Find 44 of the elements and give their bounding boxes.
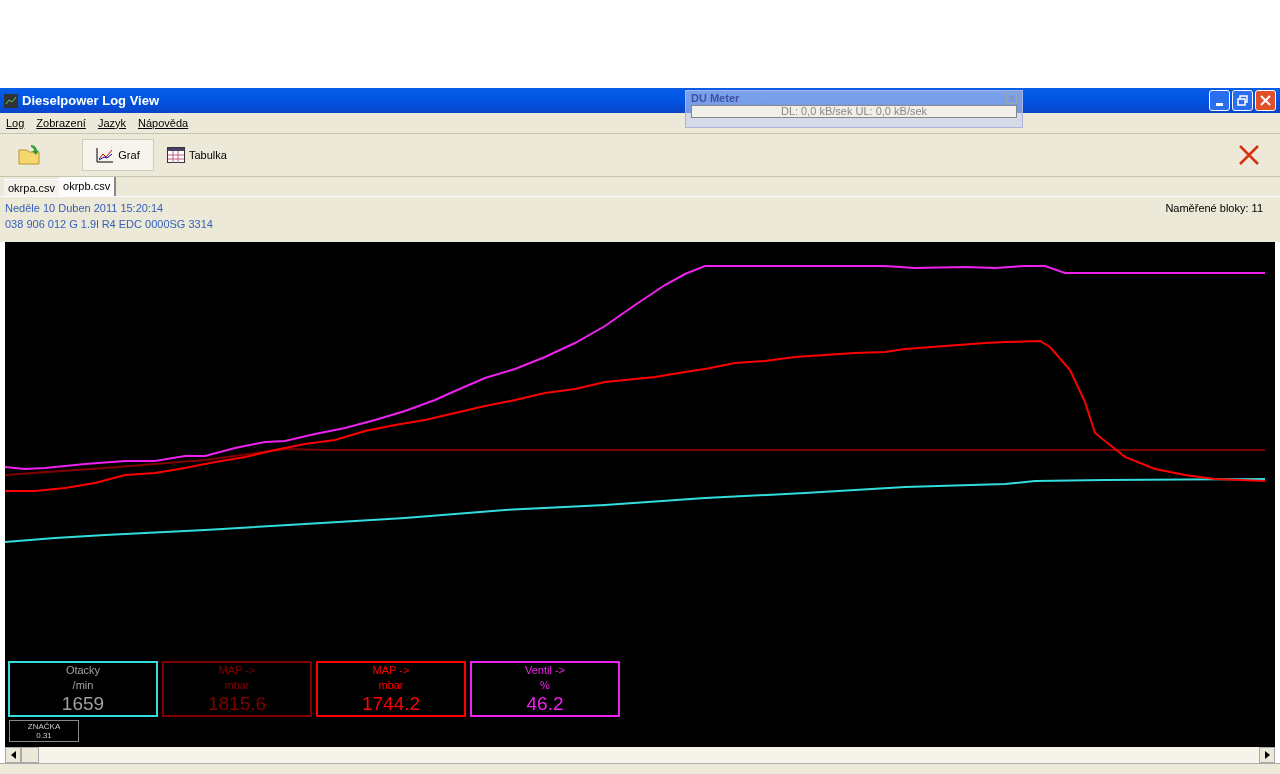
channel-value: 1744.2 [361,693,421,715]
scroll-right-button[interactable] [1259,747,1275,763]
right-arrow-icon [1264,751,1270,759]
channel-name: Ventil -> [524,663,566,678]
minimize-button[interactable] [1209,90,1230,111]
restore-button[interactable] [1232,90,1253,111]
channel-value: 46.2 [526,693,564,715]
restore-icon [1237,95,1248,106]
meter-title: DU Meter [691,90,740,106]
marker-label: ZNAČKA [27,722,61,731]
channel-value: 1659 [61,693,105,715]
channel-unit: % [540,678,550,693]
left-arrow-icon [10,751,16,759]
scroll-thumb[interactable] [21,747,39,763]
channel-value: 1815.6 [207,693,267,715]
block-count-text: Naměřené bloky: 11 [1165,201,1263,216]
channel-name: MAP -> [218,663,256,678]
line-chart-icon [96,147,115,163]
menu-item[interactable]: Jazyk [97,114,126,132]
meter-readout: DL: 0,0 kB/sek UL: 0,0 kB/sek [691,105,1017,118]
channel-unit: mbar [378,678,404,693]
marker-value: 0.31 [36,731,52,740]
channel-name: Otacky [65,663,101,678]
toolbar-button[interactable]: Tabulka [160,139,234,171]
toolbar-button[interactable]: Graf [82,139,154,171]
close-icon [1260,95,1271,106]
table-icon [167,147,185,163]
scroll-left-button[interactable] [5,747,21,763]
menu-item[interactable]: Nápověda [138,114,189,132]
channel-unit: /min [72,678,94,693]
ecu-text: 038 906 012 G 1.9l R4 EDC 0000SG 3314 [5,217,213,232]
date-text: Neděle 10 Duben 2011 15:20:14 [5,201,165,216]
close-button[interactable] [1255,90,1276,111]
menu-item[interactable]: Log [6,114,25,132]
folder-icon [17,143,43,167]
channel-unit: mbar [224,678,250,693]
menu-item[interactable]: Zobrazení [36,114,86,132]
file-tab[interactable]: okrpa.csv [4,179,60,196]
close-icon[interactable] [1238,144,1260,166]
window-title: Dieselpower Log View [22,91,160,110]
file-tab[interactable]: okrpb.csv [59,177,117,196]
app-icon [4,93,18,108]
minimize-icon [1216,103,1223,106]
channel-name: MAP -> [372,663,410,678]
